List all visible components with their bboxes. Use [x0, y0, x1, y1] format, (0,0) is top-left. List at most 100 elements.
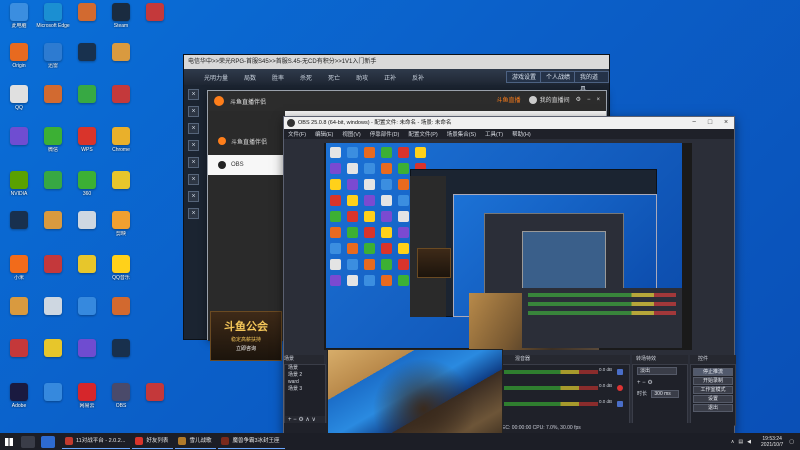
game-menu-item[interactable]: 反补	[412, 73, 424, 82]
desktop-icon[interactable]	[36, 85, 70, 105]
sidebar-item-douyu[interactable]: 斗鱼直播伴侣	[208, 131, 285, 151]
taskbar-app[interactable]: 11对战平台 - 2.0.2...	[62, 434, 131, 449]
desktop-icon[interactable]	[70, 211, 104, 231]
menu-edit[interactable]: 编辑(E)	[315, 130, 333, 138]
close-icon[interactable]: ×	[188, 106, 199, 117]
desktop-icon[interactable]	[2, 127, 36, 147]
scene-item[interactable]: 场景 3	[285, 386, 325, 393]
mute-icon[interactable]	[617, 385, 623, 391]
close-icon[interactable]: ×	[188, 140, 199, 151]
desktop-icon[interactable]	[70, 85, 104, 105]
menu-profile[interactable]: 配置文件(P)	[408, 130, 437, 138]
speaker-icon[interactable]	[617, 401, 623, 407]
desktop-icon[interactable]: OBS	[104, 383, 138, 409]
desktop-icon[interactable]	[104, 43, 138, 63]
game-menu-item[interactable]: 局数	[244, 73, 256, 82]
clock[interactable]: 19:53:24 2021/10/7	[761, 436, 783, 448]
guild-ad-banner[interactable]: 斗鱼公会 稳定高薪扶持 立即咨询	[210, 311, 282, 361]
start-recording-button[interactable]: 开始录制	[693, 377, 733, 385]
scene-item[interactable]: 场景 2	[285, 372, 325, 379]
start-button[interactable]	[0, 433, 18, 450]
exit-button[interactable]: 退出	[693, 404, 733, 412]
desktop-icon[interactable]	[70, 43, 104, 63]
close-icon[interactable]: ×	[188, 157, 199, 168]
task-view-icon[interactable]	[41, 435, 55, 448]
desktop-icon[interactable]	[36, 297, 70, 317]
desktop-icon[interactable]: Chrome	[104, 127, 138, 153]
taskbar-app[interactable]: 雪儿战歌	[175, 434, 217, 449]
menu-help[interactable]: 帮助(H)	[512, 130, 531, 138]
scene-item[interactable]: ward	[285, 379, 325, 386]
game-menu-item[interactable]: 胜率	[272, 73, 284, 82]
menu-docks[interactable]: 停靠部件(D)	[370, 130, 400, 138]
desktop-icon[interactable]	[36, 339, 70, 359]
stop-streaming-button[interactable]: 停止推流	[693, 368, 733, 376]
maximize-icon[interactable]: □	[702, 117, 718, 129]
ad-button[interactable]: 立即咨询	[211, 345, 281, 352]
transition-add-remove[interactable]: + − ⚙	[633, 377, 687, 388]
desktop-icon[interactable]: QQ音乐	[104, 255, 138, 281]
desktop-icon[interactable]: WPS	[70, 127, 104, 153]
sidebar-item-obs[interactable]: OBS	[208, 155, 285, 175]
desktop-icon[interactable]	[70, 3, 104, 23]
network-icon[interactable]: ▤	[738, 439, 743, 445]
desktop-icon[interactable]: 微信	[36, 127, 70, 153]
desktop-icon[interactable]	[104, 297, 138, 317]
notification-icon[interactable]: ▢	[789, 439, 794, 445]
game-menu-item[interactable]: 助攻	[356, 73, 368, 82]
desktop-icon[interactable]	[2, 211, 36, 231]
menu-file[interactable]: 文件(F)	[288, 130, 306, 138]
desktop-icon[interactable]: 迅雷	[36, 43, 70, 69]
desktop-icon[interactable]: 小米	[2, 255, 36, 281]
close-icon[interactable]: ×	[188, 89, 199, 100]
taskbar-app[interactable]: 好友列表	[132, 434, 174, 449]
volume-icon[interactable]: ◀	[747, 439, 751, 445]
desktop-icon[interactable]: Steam	[104, 3, 138, 29]
my-room-link[interactable]: 我的直播间	[540, 95, 570, 104]
desktop-icon[interactable]	[138, 3, 172, 23]
desktop-icon[interactable]	[70, 255, 104, 275]
desktop-icon[interactable]	[104, 85, 138, 105]
desktop-icon[interactable]	[104, 339, 138, 359]
tab-personal-record[interactable]: 个人战绩	[540, 71, 577, 83]
desktop-icon[interactable]: Adobe	[2, 383, 36, 409]
close-icon[interactable]: ×	[718, 117, 734, 129]
menu-view[interactable]: 视图(V)	[342, 130, 360, 138]
game-menu-item[interactable]: 正补	[384, 73, 396, 82]
close-icon[interactable]: ×	[596, 97, 600, 103]
chevron-up-icon[interactable]: ∧	[731, 439, 735, 445]
desktop-icon[interactable]: 剪映	[104, 211, 138, 237]
desktop-icon[interactable]: Origin	[2, 43, 36, 69]
tab-my-items[interactable]: 我的道具	[574, 71, 609, 93]
desktop-icon[interactable]: QQ	[2, 85, 36, 111]
desktop-icon[interactable]	[36, 211, 70, 231]
transition-select[interactable]: 淡出	[637, 367, 677, 375]
obs-preview-canvas[interactable]	[324, 143, 692, 350]
close-icon[interactable]: ×	[188, 123, 199, 134]
game-menu-item[interactable]: 死亡	[328, 73, 340, 82]
desktop-icon[interactable]: 此电脑	[2, 3, 36, 29]
avatar[interactable]	[528, 95, 537, 104]
desktop-icon[interactable]	[2, 339, 36, 359]
minimize-icon[interactable]: −	[686, 117, 702, 129]
desktop-icon[interactable]: NVIDIA	[2, 171, 36, 197]
speaker-icon[interactable]	[617, 369, 623, 375]
desktop-icon[interactable]	[2, 297, 36, 317]
studio-mode-button[interactable]: 工作室模式	[693, 386, 733, 394]
menu-tools[interactable]: 工具(T)	[485, 130, 503, 138]
settings-icon[interactable]: ⚙	[576, 96, 581, 103]
desktop-icon[interactable]: 网易云	[70, 383, 104, 409]
search-icon[interactable]	[21, 435, 35, 448]
duration-input[interactable]: 300 ms	[651, 390, 680, 398]
close-icon[interactable]: ×	[188, 208, 199, 219]
taskbar-app[interactable]: 魔兽争霸3冰封王座	[218, 434, 285, 449]
game-menu-item[interactable]: 光明力量	[204, 73, 228, 82]
desktop-icon[interactable]	[36, 383, 70, 403]
settings-button[interactable]: 设置	[693, 395, 733, 403]
desktop-icon[interactable]: Microsoft Edge	[36, 3, 70, 29]
scene-item[interactable]: 场景	[285, 365, 325, 372]
close-icon[interactable]: ×	[188, 191, 199, 202]
tab-game-settings[interactable]: 游戏设置	[506, 71, 543, 83]
menu-scene-collection[interactable]: 场景集合(S)	[447, 130, 476, 138]
desktop-icon[interactable]: 360	[70, 171, 104, 197]
